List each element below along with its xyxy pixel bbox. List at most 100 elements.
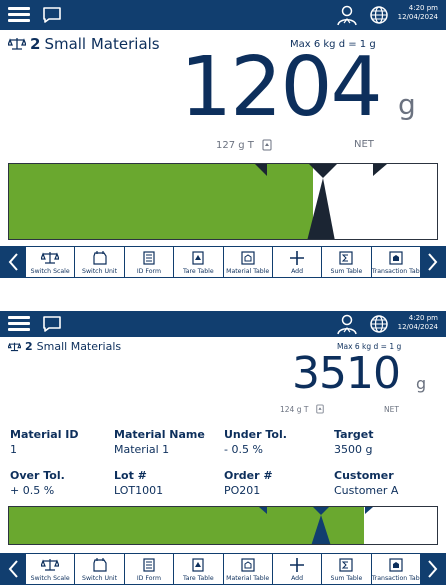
clock-time: 4:20 pm [408,4,438,12]
material-table-icon [241,558,255,572]
field-order-number: Order # PO201 [224,469,273,497]
scale-name: Small Materials [44,35,160,53]
softkey-label: Switch Unit [82,575,118,582]
scale-screen-2: 4:20 pm 12/04/2024 2 Small Materials Max… [0,311,446,585]
material-table-icon [241,251,255,265]
softkey-label: Transaction Table [371,268,420,275]
transaction-table-icon [389,558,403,572]
scale-number: 2 [25,340,33,353]
clock-date: 12/04/2024 [397,323,438,331]
softkey-next-button[interactable] [420,553,446,585]
top-bar: 4:20 pm 12/04/2024 [0,311,446,337]
tare-icon [262,139,272,151]
softkey-label: Sum Table [330,268,363,275]
material-table-button[interactable]: Material Table [223,554,272,584]
softkey-label: Sum Table [330,575,363,582]
tare-table-button[interactable]: Tare Table [174,247,223,277]
transaction-table-button[interactable]: Transaction Table [371,554,420,584]
tolerance-markers [255,164,387,239]
switch-scale-icon [41,559,60,571]
switch-unit-button[interactable]: Switch Unit [75,554,124,584]
field-lot-number: Lot # LOT1001 [114,469,164,497]
softkey-label: ID Form [136,268,162,275]
field-customer: Customer Customer A [334,469,399,497]
softkey-label: Transaction Table [371,575,420,582]
softkey-label: Add [291,575,304,582]
field-material-name: Material Name Material 1 [114,428,205,456]
softkey-label: Switch Scale [30,268,70,275]
softkey-prev-button[interactable] [0,553,26,585]
softkey-label: Switch Unit [82,268,118,275]
weight-display: 1204 [180,40,383,135]
add-icon [290,251,305,265]
sum-table-button[interactable]: Sum Table [322,554,371,584]
transaction-table-button[interactable]: Transaction Table [371,247,420,277]
switch-unit-button[interactable]: Switch Unit [75,247,124,277]
switch-unit-icon [92,251,107,265]
weight-display: 3510 [292,348,401,399]
softkey-next-button[interactable] [420,246,446,278]
target-bargraph [8,163,438,240]
tare-display: 127 g T [216,139,272,151]
balance-icon [8,342,21,351]
field-target: Target 3500 g [334,428,374,456]
tare-table-icon [192,558,204,572]
id-form-button[interactable]: ID Form [124,554,174,584]
softkey-label: ID Form [136,575,162,582]
field-material-id: Material ID 1 [10,428,79,456]
weight-unit: g [398,88,416,121]
net-label: NET [384,405,399,414]
scale-title[interactable]: 2 Small Materials [8,35,160,53]
tare-display: 124 g T [280,404,325,414]
clock: 4:20 pm 12/04/2024 [398,314,438,332]
scale-screen-1: 4:20 pm 12/04/2024 2 Small Materials Max… [0,0,446,278]
clock: 4:20 pm 12/04/2024 [398,4,438,22]
softkey-bar: Switch Scale Switch Unit ID Form Tare Table… [0,553,446,585]
globe-icon[interactable] [369,5,389,25]
softkey-label: Switch Scale [30,575,70,582]
transaction-table-icon [389,251,403,265]
softkey-prev-button[interactable] [0,246,26,278]
globe-icon[interactable] [369,314,389,334]
field-over-tolerance: Over Tol. + 0.5 % [10,469,65,497]
tare-icon [316,404,325,414]
add-icon [290,558,305,572]
clock-date: 12/04/2024 [397,13,438,21]
tare-table-button[interactable]: Tare Table [174,554,223,584]
field-under-tolerance: Under Tol. - 0.5 % [224,428,287,456]
message-icon[interactable] [42,315,62,333]
switch-unit-icon [92,558,107,572]
switch-scale-button[interactable]: Switch Scale [26,554,75,584]
switch-scale-button[interactable]: Switch Scale [26,247,75,277]
user-icon[interactable] [336,4,358,26]
menu-icon[interactable] [8,316,30,332]
tolerance-markers [259,507,373,544]
scale-name: Small Materials [36,340,122,353]
softkey-label: Material Table [226,268,270,275]
clock-time: 4:20 pm [408,314,438,322]
switch-scale-icon [41,252,60,264]
softkey-label: Material Table [226,575,270,582]
softkey-bar: Switch Scale Switch Unit ID Form Tare Table… [0,246,446,278]
message-icon[interactable] [42,6,62,24]
id-form-icon [143,558,155,572]
softkey-label: Tare Table [182,575,214,582]
id-form-icon [143,251,155,265]
tare-value: 124 g T [280,404,309,414]
softkey-label: Tare Table [182,268,214,275]
id-form-button[interactable]: ID Form [124,247,174,277]
add-button[interactable]: Add [272,554,322,584]
sum-table-icon [339,558,354,572]
sum-table-button[interactable]: Sum Table [322,247,371,277]
material-table-button[interactable]: Material Table [223,247,272,277]
add-button[interactable]: Add [272,247,322,277]
net-label: NET [354,139,374,150]
target-bargraph [8,506,438,545]
scale-title[interactable]: 2 Small Materials [8,340,121,353]
tare-value: 127 g T [216,139,254,151]
menu-icon[interactable] [8,7,30,23]
user-icon[interactable] [336,313,358,335]
softkey-label: Add [291,268,304,275]
scale-number: 2 [30,35,41,53]
sum-table-icon [339,251,354,265]
